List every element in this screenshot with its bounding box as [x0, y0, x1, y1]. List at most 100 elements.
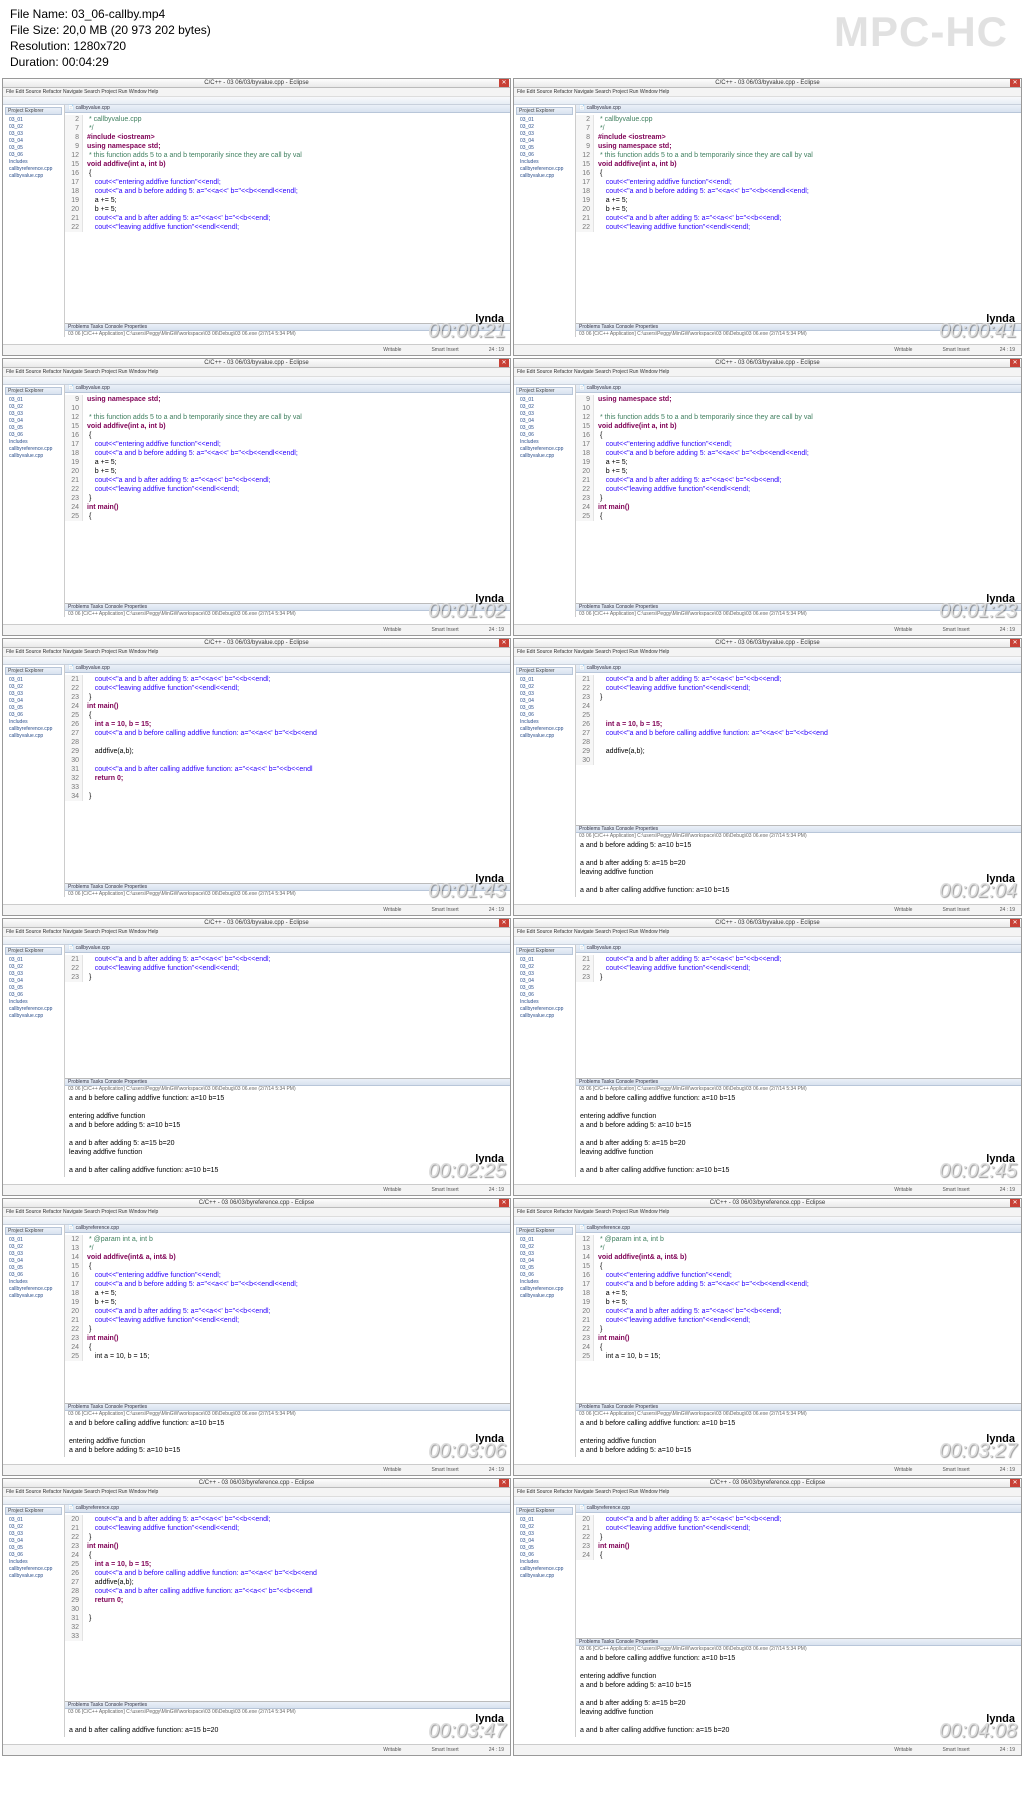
menubar[interactable]: File Edit Source Refactor Navigate Searc…	[514, 1208, 1021, 1217]
menubar[interactable]: File Edit Source Refactor Navigate Searc…	[3, 88, 510, 97]
tree-node[interactable]: 03_03	[5, 1251, 62, 1258]
menubar[interactable]: File Edit Source Refactor Navigate Searc…	[514, 88, 1021, 97]
editor-tab[interactable]: 📄 callbyvalue.cpp	[576, 665, 1021, 673]
tree-node[interactable]: callbyreference.cpp	[5, 1006, 62, 1013]
tree-node[interactable]: Includes	[5, 1559, 62, 1566]
thumbnail-0[interactable]: C/C++ - 03 06/03/byvalue.cpp - Eclipse ✕…	[2, 78, 511, 356]
tree-node[interactable]: 03_01	[516, 1237, 573, 1244]
toolbar[interactable]	[514, 937, 1021, 945]
tree-node[interactable]: callbyreference.cpp	[5, 1286, 62, 1293]
tree-node[interactable]: 03_06	[516, 712, 573, 719]
tree-node[interactable]: 03_01	[5, 117, 62, 124]
close-icon[interactable]: ✕	[499, 639, 509, 647]
tree-node[interactable]: 03_06	[516, 432, 573, 439]
tree-node[interactable]: 03_02	[5, 1524, 62, 1531]
toolbar[interactable]	[514, 377, 1021, 385]
toolbar[interactable]	[3, 377, 510, 385]
menubar[interactable]: File Edit Source Refactor Navigate Searc…	[3, 928, 510, 937]
thumbnail-2[interactable]: C/C++ - 03 06/03/byvalue.cpp - Eclipse ✕…	[2, 358, 511, 636]
project-explorer[interactable]: Project Explorer 03_0103_0203_0303_0403_…	[514, 1505, 576, 1737]
close-icon[interactable]: ✕	[499, 79, 509, 87]
code-editor[interactable]: 20 cout<<"a and b after adding 5: a="<<a…	[65, 1513, 510, 1701]
tree-node[interactable]: 03_03	[516, 971, 573, 978]
tree-node[interactable]: 03_06	[5, 1552, 62, 1559]
editor-tab[interactable]: 📄 callbyreference.cpp	[65, 1505, 510, 1513]
project-explorer[interactable]: Project Explorer 03_0103_0203_0303_0403_…	[3, 385, 65, 617]
tree-node[interactable]: callbyvalue.cpp	[5, 173, 62, 180]
tree-node[interactable]: 03_06	[516, 152, 573, 159]
tree-node[interactable]: 03_02	[516, 1244, 573, 1251]
tree-node[interactable]: callbyvalue.cpp	[516, 1013, 573, 1020]
editor-tab[interactable]: 📄 callbyvalue.cpp	[576, 385, 1021, 393]
tree-node[interactable]: 03_04	[516, 978, 573, 985]
project-explorer[interactable]: Project Explorer 03_0103_0203_0303_0403_…	[514, 1225, 576, 1457]
close-icon[interactable]: ✕	[1010, 79, 1020, 87]
editor-tab[interactable]: 📄 callbyreference.cpp	[576, 1505, 1021, 1513]
tree-node[interactable]: 03_01	[5, 677, 62, 684]
tree-node[interactable]: 03_01	[516, 1517, 573, 1524]
editor-tab[interactable]: 📄 callbyvalue.cpp	[65, 385, 510, 393]
project-explorer[interactable]: Project Explorer 03_0103_0203_0303_0403_…	[3, 945, 65, 1177]
tree-node[interactable]: 03_02	[516, 1524, 573, 1531]
editor-tab[interactable]: 📄 callbyvalue.cpp	[576, 945, 1021, 953]
tree-node[interactable]: 03_01	[5, 1237, 62, 1244]
tree-node[interactable]: 03_05	[516, 425, 573, 432]
tree-node[interactable]: 03_04	[5, 978, 62, 985]
console-tabs[interactable]: Problems Tasks Console Properties	[65, 1702, 510, 1709]
tree-node[interactable]: 03_03	[516, 1251, 573, 1258]
tree-node[interactable]: 03_05	[516, 985, 573, 992]
tree-node[interactable]: Includes	[5, 1279, 62, 1286]
tree-node[interactable]: 03_04	[516, 418, 573, 425]
thumbnail-6[interactable]: C/C++ - 03 06/03/byvalue.cpp - Eclipse ✕…	[2, 918, 511, 1196]
toolbar[interactable]	[3, 1217, 510, 1225]
tree-node[interactable]: 03_06	[516, 992, 573, 999]
tree-node[interactable]: callbyvalue.cpp	[516, 1293, 573, 1300]
tree-node[interactable]: 03_03	[516, 411, 573, 418]
tree-node[interactable]: 03_05	[5, 1265, 62, 1272]
tree-node[interactable]: 03_01	[5, 1517, 62, 1524]
code-editor[interactable]: 20 cout<<"a and b after adding 5: a="<<a…	[576, 1513, 1021, 1638]
tree-node[interactable]: 03_06	[516, 1272, 573, 1279]
console-tabs[interactable]: Problems Tasks Console Properties	[576, 1639, 1021, 1646]
tree-node[interactable]: callbyvalue.cpp	[5, 453, 62, 460]
tree-node[interactable]: callbyvalue.cpp	[5, 733, 62, 740]
tree-node[interactable]: Includes	[5, 999, 62, 1006]
thumbnail-8[interactable]: C/C++ - 03 06/03/byreference.cpp - Eclip…	[2, 1198, 511, 1476]
toolbar[interactable]	[3, 97, 510, 105]
tree-node[interactable]: callbyreference.cpp	[516, 1566, 573, 1573]
tree-node[interactable]: 03_02	[5, 684, 62, 691]
tree-node[interactable]: callbyvalue.cpp	[5, 1573, 62, 1580]
tree-node[interactable]: 03_02	[5, 1244, 62, 1251]
tree-node[interactable]: Includes	[516, 159, 573, 166]
tree-node[interactable]: callbyvalue.cpp	[516, 453, 573, 460]
tree-node[interactable]: 03_05	[516, 1545, 573, 1552]
code-editor[interactable]: 2 * callbyvalue.cpp 7 */8#include <iostr…	[65, 113, 510, 323]
console-tabs[interactable]: Problems Tasks Console Properties	[65, 1404, 510, 1411]
tree-node[interactable]: callbyvalue.cpp	[516, 173, 573, 180]
tree-node[interactable]: callbyvalue.cpp	[5, 1013, 62, 1020]
project-explorer[interactable]: Project Explorer 03_0103_0203_0303_0403_…	[514, 385, 576, 617]
tree-node[interactable]: 03_06	[5, 152, 62, 159]
tree-node[interactable]: 03_05	[5, 985, 62, 992]
tree-node[interactable]: 03_06	[516, 1552, 573, 1559]
editor-tab[interactable]: 📄 callbyvalue.cpp	[576, 105, 1021, 113]
tree-node[interactable]: callbyvalue.cpp	[516, 733, 573, 740]
tree-node[interactable]: callbyvalue.cpp	[5, 1293, 62, 1300]
console-tabs[interactable]: Problems Tasks Console Properties	[65, 1079, 510, 1086]
editor-tab[interactable]: 📄 callbyvalue.cpp	[65, 105, 510, 113]
toolbar[interactable]	[3, 657, 510, 665]
tree-node[interactable]: 03_01	[5, 957, 62, 964]
tree-node[interactable]: 03_01	[516, 117, 573, 124]
console-tabs[interactable]: Problems Tasks Console Properties	[576, 826, 1021, 833]
tree-node[interactable]: 03_06	[5, 992, 62, 999]
tree-node[interactable]: 03_05	[5, 425, 62, 432]
tree-node[interactable]: 03_03	[516, 691, 573, 698]
tree-node[interactable]: callbyreference.cpp	[516, 446, 573, 453]
tree-node[interactable]: 03_02	[516, 684, 573, 691]
tree-node[interactable]: 03_03	[516, 1531, 573, 1538]
toolbar[interactable]	[514, 657, 1021, 665]
close-icon[interactable]: ✕	[499, 1199, 509, 1207]
editor-tab[interactable]: 📄 callbyvalue.cpp	[65, 945, 510, 953]
code-editor[interactable]: 9using namespace std;1012 * this functio…	[576, 393, 1021, 603]
close-icon[interactable]: ✕	[499, 359, 509, 367]
